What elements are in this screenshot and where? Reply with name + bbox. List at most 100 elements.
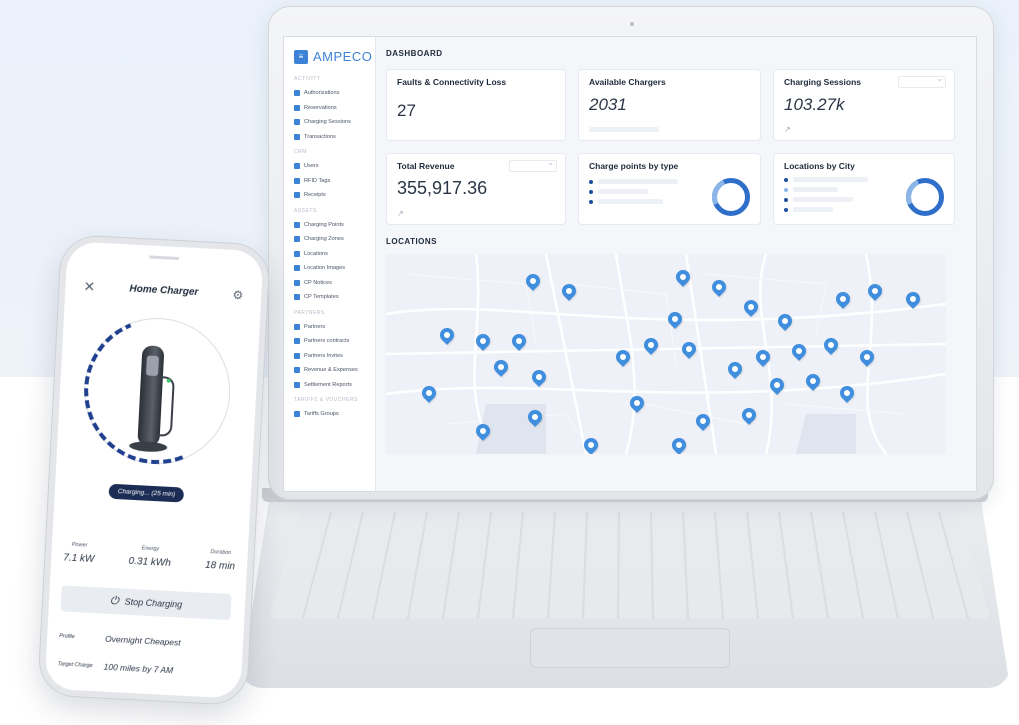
sidebar-item[interactable]: Partners contracts (294, 334, 375, 349)
card-charge-points-by-type[interactable]: Charge points by type (578, 153, 761, 225)
card-value: 27 (397, 101, 416, 120)
card-value: 2031 (589, 95, 627, 114)
card-title: Locations by City (784, 161, 855, 171)
sidebar-item[interactable]: Charging Zones (294, 232, 375, 247)
card-title: Charge points by type (589, 161, 679, 171)
sidebar-item[interactable]: Authorizations (294, 86, 375, 101)
sidebar-item[interactable]: CP Templates (294, 290, 375, 305)
placeholder-bar (589, 127, 659, 132)
period-select[interactable] (898, 74, 946, 88)
nav-item-icon (294, 104, 300, 111)
locations-title: LOCATIONS (386, 237, 438, 246)
nav-item-icon (294, 381, 300, 388)
sidebar-section-label: ACTIVITY (294, 76, 321, 82)
power-icon: ⏻ (109, 594, 119, 607)
phone-title: Home Charger (129, 283, 199, 299)
sidebar-item[interactable]: CP Notices (294, 276, 375, 291)
charging-stats: Power 7.1 kW Energy 0.31 kWh Duration 18… (63, 541, 236, 573)
sidebar: ≡ AMPECO ACTIVITY Authorizations Reservati… (284, 37, 376, 491)
nav-item-icon (294, 338, 300, 345)
card-available-chargers[interactable]: Available Chargers 2031 (578, 69, 761, 141)
locations-map[interactable] (386, 254, 946, 454)
nav-item-icon (294, 294, 300, 301)
sidebar-item-label: Transactions (304, 133, 336, 140)
sidebar-item-label: Locations (304, 250, 328, 257)
brand-name: AMPECO (313, 49, 373, 64)
card-title: Faults & Connectivity Loss (397, 77, 507, 87)
card-total-revenue[interactable]: Total Revenue 355,917.36 ↗ (386, 153, 566, 225)
phone: ✕ Home Charger ⚙ Charging... (25 min) Po… (38, 234, 270, 706)
page-title: DASHBOARD (386, 49, 443, 58)
sidebar-item[interactable]: Settlement Reports (294, 378, 375, 393)
card-locations-by-city[interactable]: Locations by City (773, 153, 955, 225)
sidebar-item-label: Reservations (304, 104, 337, 111)
card-faults[interactable]: Faults & Connectivity Loss 27 (386, 69, 566, 141)
sidebar-item-label: RFID Tags (304, 177, 331, 184)
sidebar-item[interactable]: Revenue & Expenses (294, 363, 375, 378)
sidebar-item-label: Users (304, 163, 319, 170)
card-value: 355,917.36 (397, 178, 488, 198)
stop-charging-button[interactable]: ⏻ Stop Charging (60, 585, 232, 621)
profile-row[interactable]: Profile Overnight Cheapest (59, 631, 231, 650)
target-charge-value: 100 miles by 7 AM (103, 661, 174, 676)
sidebar-item[interactable]: Charging Points (294, 218, 375, 233)
sidebar-item[interactable]: Location Images (294, 261, 375, 276)
phone-speaker (149, 255, 180, 261)
sidebar-item[interactable]: Partners Invites (294, 349, 375, 364)
nav-item-icon (294, 90, 300, 97)
trend-up-icon: ↗ (397, 209, 404, 218)
sidebar-item-label: Settlement Reports (304, 381, 352, 388)
close-icon[interactable]: ✕ (83, 278, 96, 296)
card-charging-sessions[interactable]: Charging Sessions 103.27k ↗ (773, 69, 955, 141)
laptop-keyboard (268, 512, 992, 619)
sidebar-item[interactable]: RFID Tags (294, 174, 375, 189)
trend-up-icon: ↗ (784, 125, 791, 134)
stat-value: 7.1 kW (62, 552, 95, 565)
charging-status-badge: Charging... (25 min) (108, 483, 185, 503)
nav-item-icon (294, 119, 300, 126)
sidebar-item[interactable]: Users (294, 159, 375, 174)
logo[interactable]: ≡ AMPECO (294, 49, 375, 64)
sidebar-item[interactable]: Tariffs Groups (294, 407, 375, 422)
sidebar-item[interactable]: Partners (294, 320, 375, 335)
map-park (796, 414, 856, 454)
charger-screen (145, 355, 159, 377)
stat-energy: Energy 0.31 kWh (128, 545, 171, 569)
stop-charging-label: Stop Charging (124, 596, 183, 610)
webcam-icon (630, 22, 634, 26)
laptop-screen: ≡ AMPECO ACTIVITY Authorizations Reservati… (283, 36, 977, 492)
sidebar-item[interactable]: Reservations (294, 101, 375, 116)
sidebar-item-label: CP Notices (304, 279, 332, 286)
card-value: 103.27k (784, 95, 845, 114)
sidebar-item-label: Charging Sessions (304, 119, 351, 126)
target-charge-label: Target Charge (57, 661, 93, 670)
sidebar-item-label: Tariffs Groups (304, 411, 339, 418)
stat-duration: Duration 18 min (204, 549, 236, 573)
period-select[interactable] (509, 158, 557, 172)
phone-header: ✕ Home Charger ⚙ (65, 277, 262, 304)
sidebar-item-label: Charging Points (304, 221, 344, 228)
sidebar-nav: ACTIVITY Authorizations Reservations Chargi… (294, 76, 375, 422)
profile-label: Profile (59, 633, 75, 641)
sidebar-item-label: Authorizations (304, 90, 340, 97)
sidebar-item-label: Partners (304, 323, 326, 330)
stat-value: 18 min (204, 559, 236, 573)
ampeco-logo-icon: ≡ (294, 49, 308, 64)
sidebar-item[interactable]: Locations (294, 247, 375, 262)
card-title: Available Chargers (589, 77, 666, 87)
sidebar-item[interactable]: Charging Sessions (294, 115, 375, 130)
stat-label: Power (71, 541, 88, 549)
profile-value: Overnight Cheapest (104, 633, 181, 648)
stat-power: Power 7.1 kW (63, 541, 95, 565)
sidebar-item-label: Partners contracts (304, 338, 350, 345)
kpi-cards: Faults & Connectivity Loss 27 Available … (386, 69, 962, 225)
sidebar-item[interactable]: Receipts (294, 188, 375, 203)
gear-icon[interactable]: ⚙ (232, 287, 243, 302)
nav-item-icon (294, 192, 300, 199)
sidebar-item-label: Partners Invites (304, 352, 343, 359)
nav-item-icon (294, 323, 300, 330)
target-charge-row[interactable]: Target Charge 100 miles by 7 AM (57, 659, 229, 678)
sidebar-item[interactable]: Transactions (294, 130, 375, 145)
laptop-trackpad (530, 628, 730, 668)
sidebar-section-label: CRM (294, 149, 307, 155)
